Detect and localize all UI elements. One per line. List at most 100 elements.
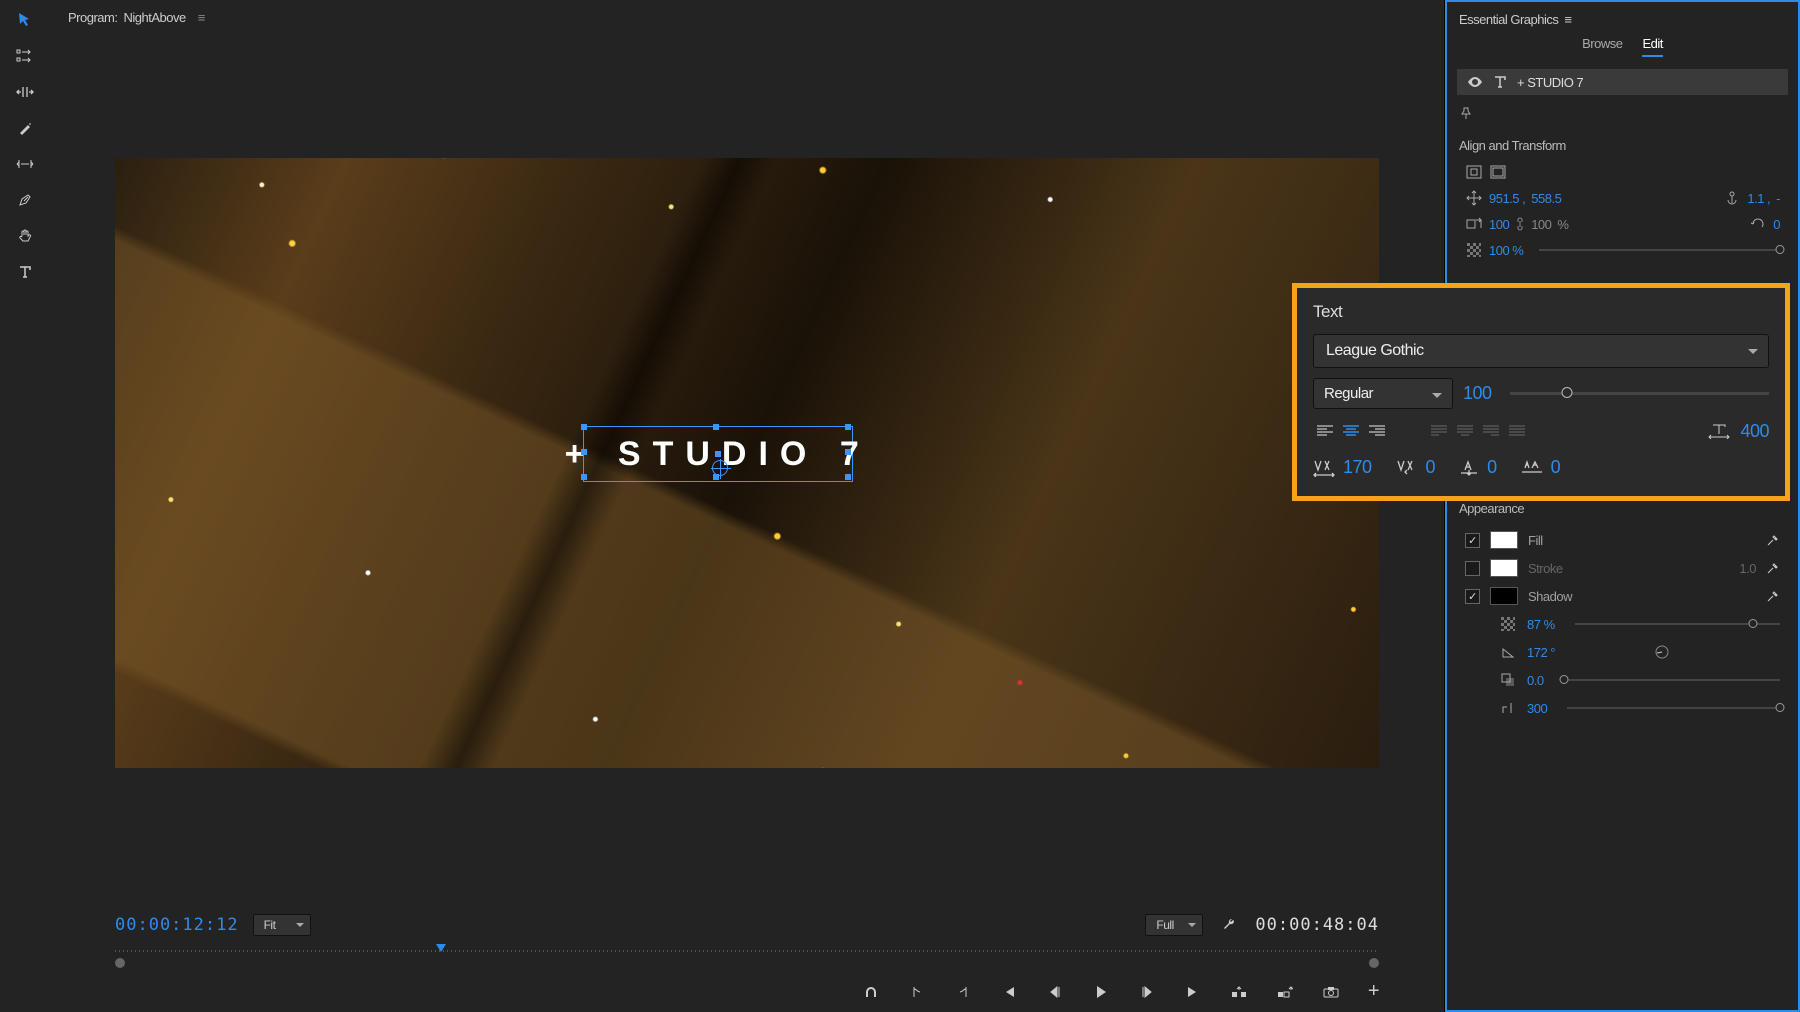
position-icon — [1465, 189, 1483, 207]
shadow-blur-icon — [1499, 699, 1517, 717]
shadow-color-swatch[interactable] — [1490, 587, 1518, 605]
align-center-button[interactable] — [1339, 419, 1363, 443]
type-tool[interactable] — [15, 262, 35, 282]
kerning-value[interactable]: 0 — [1426, 457, 1436, 478]
rotation-value[interactable]: 0 — [1773, 217, 1780, 232]
shadow-angle-icon — [1499, 643, 1517, 661]
eyedropper-icon[interactable] — [1766, 589, 1780, 603]
justify-all-button[interactable] — [1505, 419, 1529, 443]
align-right-button[interactable] — [1365, 419, 1389, 443]
align-left-button[interactable] — [1313, 419, 1337, 443]
selection-tool[interactable] — [15, 10, 35, 30]
fill-color-swatch[interactable] — [1490, 531, 1518, 549]
export-frame-button[interactable] — [1322, 983, 1340, 1001]
scale-w-value[interactable]: 100 — [1489, 217, 1509, 232]
position-x-value[interactable]: 951.5 , — [1489, 191, 1525, 206]
shadow-opacity-slider[interactable] — [1575, 623, 1780, 625]
razor-tool[interactable] — [15, 118, 35, 138]
anchor-point-icon[interactable] — [712, 460, 728, 476]
zoom-level-select[interactable]: Fit — [253, 914, 311, 936]
align-safe-icon[interactable] — [1489, 163, 1507, 181]
hand-tool[interactable] — [15, 226, 35, 246]
text-width-value[interactable]: 400 — [1740, 421, 1769, 442]
program-timeline[interactable] — [115, 950, 1379, 968]
video-frame: + STUDIO 7 — [115, 158, 1379, 768]
shadow-distance-value[interactable]: 0.0 — [1527, 673, 1544, 688]
align-grid-icon[interactable] — [1465, 163, 1483, 181]
leading-value[interactable]: 0 — [1551, 457, 1561, 478]
link-icon[interactable] — [1515, 217, 1525, 231]
baseline-value[interactable]: 0 — [1487, 457, 1497, 478]
shadow-angle-value[interactable]: 172 ° — [1527, 645, 1555, 660]
justify-last-left-button[interactable] — [1427, 419, 1451, 443]
step-back-button[interactable] — [1046, 983, 1064, 1001]
program-label: Program: — [68, 10, 117, 25]
out-point-handle[interactable] — [1369, 958, 1379, 968]
program-controls: 00:00:12:12 Fit Full 00:00:48:04 + — [50, 892, 1444, 1012]
mark-in-button[interactable] — [862, 983, 880, 1001]
shadow-checkbox[interactable] — [1465, 589, 1480, 604]
font-family-select[interactable]: League Gothic — [1313, 334, 1769, 368]
button-editor-icon[interactable]: + — [1368, 980, 1379, 1003]
text-selection-box[interactable]: + STUDIO 7 — [583, 426, 853, 482]
scale-unit: % — [1557, 217, 1568, 232]
fill-checkbox[interactable] — [1465, 533, 1480, 548]
tab-edit[interactable]: Edit — [1642, 36, 1662, 57]
stroke-checkbox[interactable] — [1465, 561, 1480, 576]
settings-icon[interactable] — [1221, 917, 1237, 933]
font-size-slider[interactable] — [1510, 392, 1769, 395]
anchor-x-value[interactable]: 1.1 , — [1747, 191, 1770, 206]
play-button[interactable] — [1092, 983, 1110, 1001]
panel-menu-icon[interactable]: ≡ — [1564, 12, 1571, 27]
anchor-y-value[interactable]: - — [1776, 191, 1780, 206]
program-viewport[interactable]: + STUDIO 7 — [50, 34, 1444, 892]
current-timecode[interactable]: 00:00:12:12 — [115, 915, 239, 935]
scale-icon — [1465, 215, 1483, 233]
playback-quality-select[interactable]: Full — [1145, 914, 1203, 936]
tools-toolbar — [0, 0, 50, 1012]
duration-timecode[interactable]: 00:00:48:04 — [1255, 915, 1379, 935]
tab-browse[interactable]: Browse — [1582, 36, 1622, 57]
opacity-icon — [1465, 241, 1483, 259]
program-sequence-name: NightAbove — [123, 10, 185, 25]
panel-tabs: Browse Edit — [1447, 36, 1798, 65]
layer-item[interactable]: + STUDIO 7 — [1457, 69, 1788, 95]
ripple-edit-tool[interactable] — [15, 82, 35, 102]
opacity-value[interactable]: 100 % — [1489, 243, 1523, 258]
angle-dial-icon[interactable] — [1654, 644, 1670, 660]
slip-tool[interactable] — [15, 154, 35, 174]
pin-icon[interactable] — [1447, 99, 1798, 132]
rotation-icon — [1749, 215, 1767, 233]
font-size-value[interactable]: 100 — [1463, 383, 1492, 404]
eyedropper-icon[interactable] — [1766, 533, 1780, 547]
lift-button[interactable] — [1230, 983, 1248, 1001]
stroke-color-swatch[interactable] — [1490, 559, 1518, 577]
leading-icon — [1521, 459, 1543, 477]
mark-out-icon[interactable] — [954, 983, 972, 1001]
text-width-icon — [1708, 423, 1730, 439]
position-y-value[interactable]: 558.5 — [1531, 191, 1561, 206]
eyedropper-icon[interactable] — [1766, 561, 1780, 575]
step-forward-button[interactable] — [1138, 983, 1156, 1001]
opacity-slider[interactable] — [1539, 249, 1780, 251]
track-select-tool[interactable] — [15, 46, 35, 66]
font-weight-select[interactable]: Regular — [1313, 378, 1453, 409]
shadow-blur-value[interactable]: 300 — [1527, 701, 1547, 716]
tracking-value[interactable]: 170 — [1343, 457, 1372, 478]
mark-in-icon[interactable] — [908, 983, 926, 1001]
panel-menu-icon[interactable]: ≡ — [198, 10, 205, 25]
shadow-distance-icon — [1499, 671, 1517, 689]
justify-last-center-button[interactable] — [1453, 419, 1477, 443]
shadow-blur-slider[interactable] — [1567, 707, 1780, 709]
extract-button[interactable] — [1276, 983, 1294, 1001]
pen-tool[interactable] — [15, 190, 35, 210]
visibility-icon[interactable] — [1467, 76, 1483, 88]
stroke-width-value[interactable]: 1.0 — [1739, 561, 1756, 576]
shadow-opacity-value[interactable]: 87 % — [1527, 617, 1555, 632]
in-point-handle[interactable] — [115, 958, 125, 968]
shadow-distance-slider[interactable] — [1564, 679, 1780, 681]
text-section-label: Text — [1313, 302, 1769, 322]
justify-last-right-button[interactable] — [1479, 419, 1503, 443]
go-to-out-button[interactable] — [1184, 983, 1202, 1001]
go-to-in-button[interactable] — [1000, 983, 1018, 1001]
